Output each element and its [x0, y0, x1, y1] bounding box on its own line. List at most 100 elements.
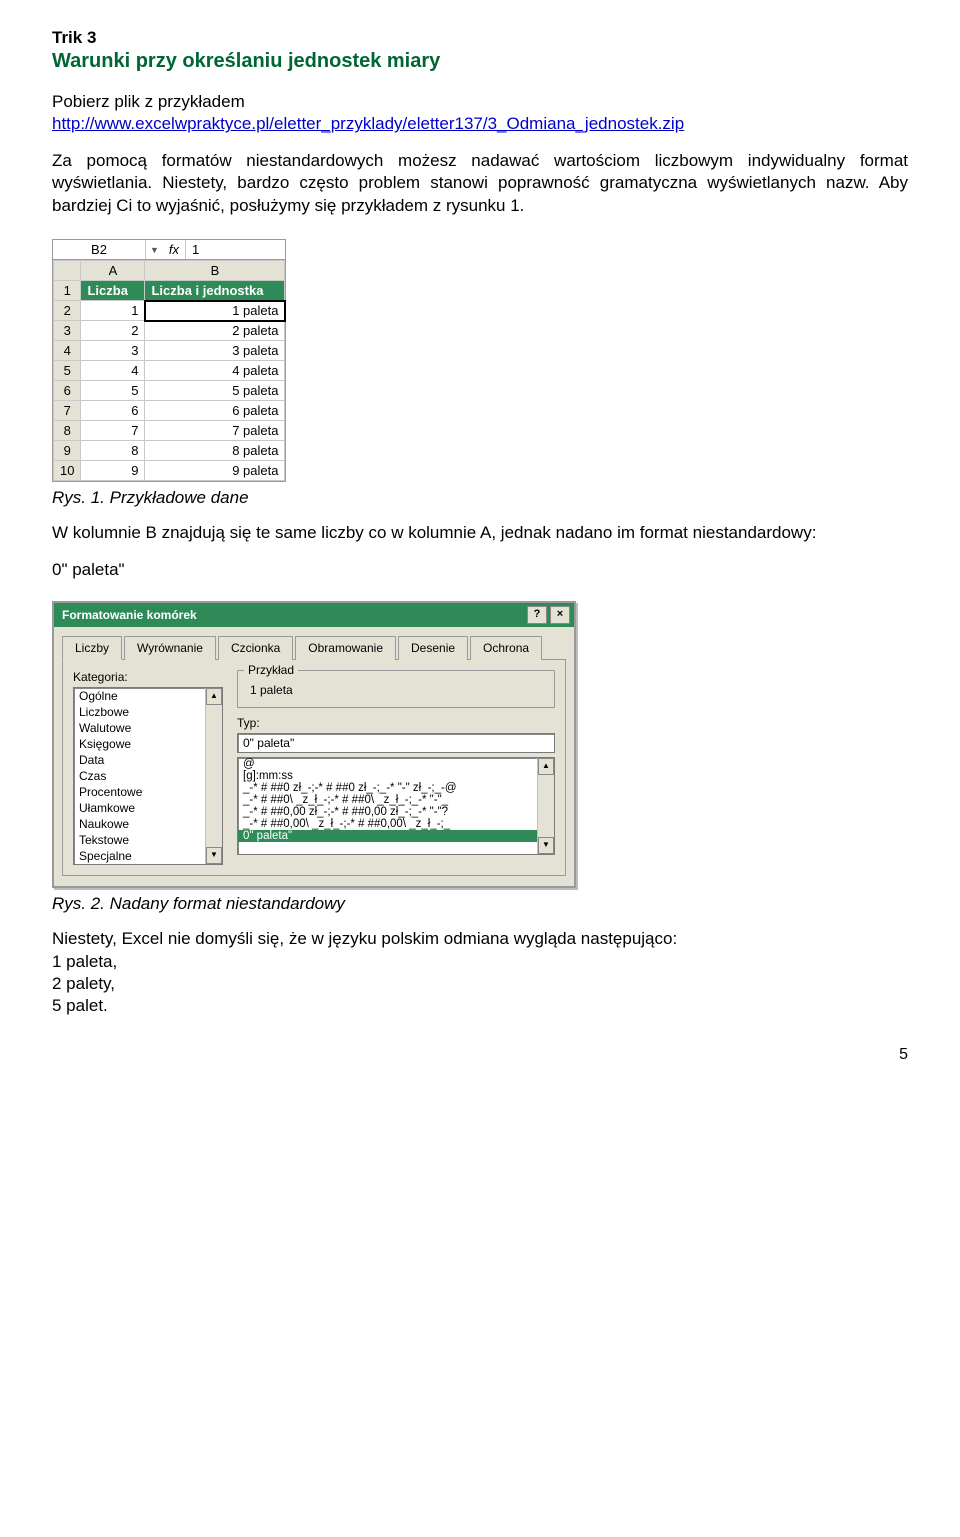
cell[interactable]: 4 — [81, 361, 145, 381]
cell[interactable]: 1 — [81, 301, 145, 321]
typ-input[interactable]: 0" paleta" — [237, 733, 555, 753]
list-item[interactable]: Data — [74, 752, 222, 768]
page-number: 5 — [52, 1046, 908, 1064]
cell[interactable]: 5 — [81, 381, 145, 401]
tab-panel-liczby: Kategoria: Ogólne Liczbowe Walutowe Księ… — [62, 660, 566, 876]
name-box[interactable]: B2 — [53, 240, 146, 259]
row-header[interactable]: 4 — [54, 341, 81, 361]
figure-1-caption: Rys. 1. Przykładowe dane — [52, 488, 908, 508]
cell[interactable]: 5 paleta — [145, 381, 285, 401]
help-button[interactable]: ? — [527, 606, 547, 624]
paragraph-2: W kolumnie B znajdują się te same liczby… — [52, 522, 908, 544]
list-item[interactable]: _-* # ##0\ _z_ł_-;-* # ##0\ _z_ł_-;_-* "… — [238, 794, 554, 806]
cell[interactable]: 4 paleta — [145, 361, 285, 381]
cell[interactable]: 9 paleta — [145, 461, 285, 481]
tab-obramowanie[interactable]: Obramowanie — [295, 636, 396, 660]
row-header[interactable]: 9 — [54, 441, 81, 461]
download-block: Pobierz plik z przykładem http://www.exc… — [52, 91, 908, 136]
list-item[interactable]: _-* # ##0 zł_-;-* # ##0 zł_-;_-* "-" zł_… — [238, 782, 554, 794]
list-item: 2 palety, — [52, 974, 115, 993]
list-item: 1 paleta, — [52, 952, 117, 971]
list-item[interactable]: Specjalne — [74, 848, 222, 864]
cell[interactable]: 6 paleta — [145, 401, 285, 421]
header-cell-liczba[interactable]: Liczba — [81, 281, 145, 301]
list-item-selected[interactable]: Niestandardowe — [74, 864, 222, 865]
close-button[interactable]: × — [550, 606, 570, 624]
cell[interactable]: 2 — [81, 321, 145, 341]
list-item[interactable]: [g]:mm:ss — [238, 770, 554, 782]
list-item[interactable]: Czas — [74, 768, 222, 784]
cell[interactable]: 2 paleta — [145, 321, 285, 341]
excel-fragment: B2 ▼ fx 1 A B 1 Liczba Liczba i jednostk… — [52, 239, 286, 482]
row-header[interactable]: 3 — [54, 321, 81, 341]
list-item: 5 palet. — [52, 996, 108, 1015]
fx-label[interactable]: fx — [163, 240, 186, 259]
list-item[interactable]: Naukowe — [74, 816, 222, 832]
trik-number: Trik 3 — [52, 28, 908, 48]
paragraph-3-intro: Niestety, Excel nie domyśli się, że w ję… — [52, 929, 677, 948]
row-header[interactable]: 1 — [54, 281, 81, 301]
przyklad-label: Przykład — [244, 663, 298, 677]
list-item[interactable]: _-* # ##0,00\ _z_ł_-;-* # ##0,00\ _z_ł_-… — [238, 818, 554, 830]
scroll-up-icon[interactable]: ▲ — [206, 688, 222, 705]
paragraph-3: Niestety, Excel nie domyśli się, że w ję… — [52, 928, 908, 1018]
trik-title: Warunki przy określaniu jednostek miary — [52, 50, 908, 73]
list-item[interactable]: Liczbowe — [74, 704, 222, 720]
row-header[interactable]: 7 — [54, 401, 81, 421]
typ-label: Typ: — [237, 716, 555, 730]
cell[interactable]: 9 — [81, 461, 145, 481]
kategoria-listbox[interactable]: Ogólne Liczbowe Walutowe Księgowe Data C… — [73, 687, 223, 865]
list-item[interactable]: Księgowe — [74, 736, 222, 752]
przyklad-value: 1 paleta — [246, 681, 546, 699]
row-header[interactable]: 5 — [54, 361, 81, 381]
formula-value[interactable]: 1 — [186, 240, 285, 259]
cell[interactable]: 3 paleta — [145, 341, 285, 361]
list-item[interactable]: Ułamkowe — [74, 800, 222, 816]
tab-ochrona[interactable]: Ochrona — [470, 636, 542, 660]
formula-bar: B2 ▼ fx 1 — [53, 240, 285, 260]
download-link[interactable]: http://www.excelwpraktyce.pl/eletter_prz… — [52, 114, 684, 133]
cell[interactable]: 8 paleta — [145, 441, 285, 461]
cell[interactable]: 3 — [81, 341, 145, 361]
list-item[interactable]: Ogólne — [74, 688, 222, 704]
row-header[interactable]: 8 — [54, 421, 81, 441]
list-item[interactable]: Walutowe — [74, 720, 222, 736]
cell[interactable]: 7 paleta — [145, 421, 285, 441]
download-label: Pobierz plik z przykładem — [52, 92, 245, 111]
scroll-down-icon[interactable]: ▼ — [538, 837, 554, 854]
typ-scrollbar[interactable]: ▲ ▼ — [537, 758, 554, 854]
col-header-a[interactable]: A — [81, 261, 145, 281]
paragraph-1: Za pomocą formatów niestandardowych może… — [52, 150, 908, 217]
row-header[interactable]: 6 — [54, 381, 81, 401]
list-item[interactable]: Tekstowe — [74, 832, 222, 848]
tab-strip: Liczby Wyrównanie Czcionka Obramowanie D… — [62, 635, 566, 660]
cell[interactable]: 8 — [81, 441, 145, 461]
col-header-b[interactable]: B — [145, 261, 285, 281]
dialog-title: Formatowanie komórek — [62, 608, 197, 622]
row-header[interactable]: 2 — [54, 301, 81, 321]
list-item-selected[interactable]: 0" paleta" — [238, 830, 554, 842]
header-cell-liczba-i-jednostka[interactable]: Liczba i jednostka — [145, 281, 285, 301]
cell-selected[interactable]: 1 paleta — [145, 301, 285, 321]
name-box-dropdown-icon[interactable]: ▼ — [146, 245, 163, 255]
kategoria-scrollbar[interactable]: ▲ ▼ — [205, 688, 222, 864]
list-item[interactable]: @ — [238, 758, 554, 770]
format-cells-dialog: Formatowanie komórek ? × Liczby Wyrównan… — [52, 601, 576, 888]
tab-desenie[interactable]: Desenie — [398, 636, 468, 660]
dialog-titlebar[interactable]: Formatowanie komórek ? × — [54, 603, 574, 627]
format-string: 0" paleta" — [52, 559, 908, 581]
tab-czcionka[interactable]: Czcionka — [218, 636, 293, 660]
cell[interactable]: 7 — [81, 421, 145, 441]
tab-liczby[interactable]: Liczby — [62, 636, 122, 660]
row-header[interactable]: 10 — [54, 461, 81, 481]
scroll-down-icon[interactable]: ▼ — [206, 847, 222, 864]
typ-listbox[interactable]: @ [g]:mm:ss _-* # ##0 zł_-;-* # ##0 zł_-… — [237, 757, 555, 855]
list-item[interactable]: Procentowe — [74, 784, 222, 800]
select-all-corner[interactable] — [54, 261, 81, 281]
kategoria-label: Kategoria: — [73, 670, 223, 684]
list-item[interactable]: _-* # ##0,00 zł_-;-* # ##0,00 zł_-;_-* "… — [238, 806, 554, 818]
figure-2-caption: Rys. 2. Nadany format niestandardowy — [52, 894, 908, 914]
tab-wyrownanie[interactable]: Wyrównanie — [124, 636, 216, 660]
cell[interactable]: 6 — [81, 401, 145, 421]
scroll-up-icon[interactable]: ▲ — [538, 758, 554, 775]
